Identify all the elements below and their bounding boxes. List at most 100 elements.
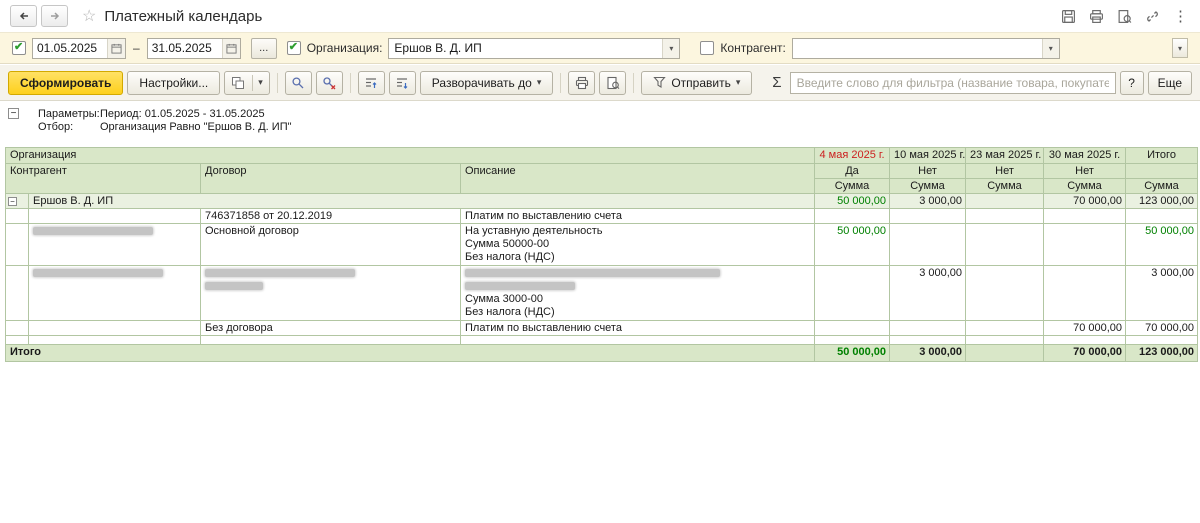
description-cell[interactable]: На уставную деятельность Сумма 50000-00 … <box>459 223 816 266</box>
print-button-top[interactable] <box>1089 9 1104 24</box>
report-variants-icon <box>232 76 245 89</box>
contragent-cell[interactable] <box>28 265 201 321</box>
redacted-text <box>205 269 355 277</box>
amount-cell[interactable] <box>965 223 1045 266</box>
contract-cell[interactable]: Основной договор <box>200 223 461 266</box>
contragent-cell[interactable] <box>28 223 201 266</box>
help-button[interactable]: ? <box>1119 70 1144 95</box>
amount-cell[interactable] <box>965 265 1045 321</box>
group-collapse-toggle[interactable] <box>8 197 17 206</box>
calendar-icon[interactable] <box>107 38 125 58</box>
window-action-icons <box>1061 9 1190 24</box>
quick-filter-input[interactable] <box>789 71 1116 94</box>
params-value: Период: 01.05.2025 - 31.05.2025 <box>100 108 265 120</box>
redacted-text <box>465 282 575 290</box>
expand-to-button[interactable]: Разворачивать до <box>419 70 554 95</box>
report-variants-button[interactable] <box>224 70 270 95</box>
amount-cell[interactable]: 70 000,00 <box>1125 320 1199 336</box>
amount-cell[interactable]: 70 000,00 <box>1043 320 1127 336</box>
print-preview-button[interactable] <box>599 70 627 95</box>
date-from-input[interactable] <box>33 38 107 58</box>
toolbar-separator <box>633 72 635 93</box>
description-cell[interactable]: Платим по выставлению счета <box>459 208 816 224</box>
description-cell[interactable]: Сумма 3000-00 Без налога (НДС) <box>459 265 816 321</box>
amount-cell[interactable]: 123 000,00 <box>1125 344 1199 362</box>
amount-cell[interactable] <box>1043 265 1127 321</box>
data-row: Без договора Платим по выставлению счета… <box>5 320 1199 336</box>
params-collapse-toggle[interactable] <box>8 108 19 119</box>
forward-button[interactable] <box>41 5 68 27</box>
total-flag-header <box>1125 163 1199 179</box>
amount-cell[interactable]: 50 000,00 <box>814 193 891 209</box>
amount-cell[interactable]: 70 000,00 <box>1043 193 1127 209</box>
contract-cell[interactable] <box>200 265 461 321</box>
panel-overflow-button[interactable] <box>1172 38 1188 58</box>
date-column-header: 23 мая 2025 г. <box>965 147 1045 164</box>
search-button[interactable] <box>284 70 312 95</box>
amount-cell[interactable] <box>965 344 1045 362</box>
send-button[interactable]: Отправить <box>641 70 753 95</box>
expand-groups-icon <box>397 77 408 89</box>
amount-cell[interactable] <box>965 193 1045 209</box>
chevron-down-icon[interactable] <box>662 38 680 58</box>
amount-cell[interactable] <box>1125 208 1199 224</box>
more-button[interactable]: Еще <box>1147 70 1192 95</box>
organization-checkbox[interactable] <box>286 40 301 55</box>
period-more-button[interactable]: ... <box>250 37 277 59</box>
contragent-checkbox[interactable] <box>700 41 715 55</box>
toolbar-separator <box>560 72 562 93</box>
amount-cell[interactable]: 50 000,00 <box>814 344 891 362</box>
date-from-field <box>32 37 126 59</box>
period-checkbox[interactable] <box>12 40 26 55</box>
amount-cell[interactable] <box>889 320 967 336</box>
group-name-cell[interactable]: Ершов В. Д. ИП <box>27 193 816 209</box>
back-button[interactable] <box>10 5 37 27</box>
amount-cell[interactable] <box>814 265 891 321</box>
contract-column-header: Договор <box>200 163 461 194</box>
amount-cell[interactable]: 3 000,00 <box>889 265 967 321</box>
amount-cell[interactable] <box>889 208 967 224</box>
generate-button[interactable]: Сформировать <box>8 70 124 95</box>
amount-cell[interactable] <box>965 208 1045 224</box>
collapse-groups-button[interactable] <box>357 70 385 95</box>
amount-cell[interactable]: 3 000,00 <box>889 193 967 209</box>
amount-cell[interactable]: 50 000,00 <box>814 223 891 266</box>
total-label-cell[interactable]: Итого <box>4 344 816 362</box>
expand-groups-button[interactable] <box>388 70 416 95</box>
organization-input[interactable] <box>389 38 663 58</box>
sum-header: Сумма <box>889 178 967 194</box>
date-to-input[interactable] <box>147 38 222 58</box>
contract-cell[interactable]: 746371858 от 20.12.2019 <box>200 208 461 224</box>
amount-cell[interactable] <box>814 320 891 336</box>
menu-kebab-icon[interactable] <box>1173 9 1188 24</box>
cancel-search-icon <box>323 76 336 89</box>
contragent-cell[interactable] <box>28 208 201 224</box>
cancel-search-button[interactable] <box>315 70 343 95</box>
get-link-button[interactable] <box>1145 9 1160 24</box>
amount-cell[interactable]: 50 000,00 <box>1125 223 1199 266</box>
contract-cell[interactable]: Без договора <box>200 320 461 336</box>
amount-cell[interactable] <box>965 320 1045 336</box>
favorite-star-icon[interactable] <box>82 6 96 26</box>
contragent-input[interactable] <box>792 38 1042 58</box>
amount-cell[interactable]: 70 000,00 <box>1043 344 1127 362</box>
preview-icon <box>607 76 620 89</box>
amount-cell[interactable] <box>814 208 891 224</box>
autosum-button[interactable]: Σ <box>768 74 785 91</box>
amount-cell[interactable] <box>1043 208 1127 224</box>
print-button[interactable] <box>568 70 596 95</box>
amount-cell[interactable]: 3 000,00 <box>889 344 967 362</box>
amount-cell[interactable] <box>1043 223 1127 266</box>
chevron-down-icon[interactable] <box>1041 38 1059 58</box>
amount-cell[interactable]: 3 000,00 <box>1125 265 1199 321</box>
contragent-cell[interactable] <box>28 320 201 336</box>
preview-button-top[interactable] <box>1117 9 1132 24</box>
filter-panel: – ... Организация: Контрагент: <box>0 32 1200 64</box>
amount-cell[interactable]: 123 000,00 <box>1125 193 1199 209</box>
amount-cell[interactable] <box>889 223 967 266</box>
settings-button[interactable]: Настройки... <box>127 70 221 95</box>
save-button[interactable] <box>1061 9 1076 24</box>
description-cell[interactable]: Платим по выставлению счета <box>459 320 816 336</box>
calendar-icon[interactable] <box>221 38 240 58</box>
data-row: 746371858 от 20.12.2019 Платим по выстав… <box>5 208 1199 224</box>
